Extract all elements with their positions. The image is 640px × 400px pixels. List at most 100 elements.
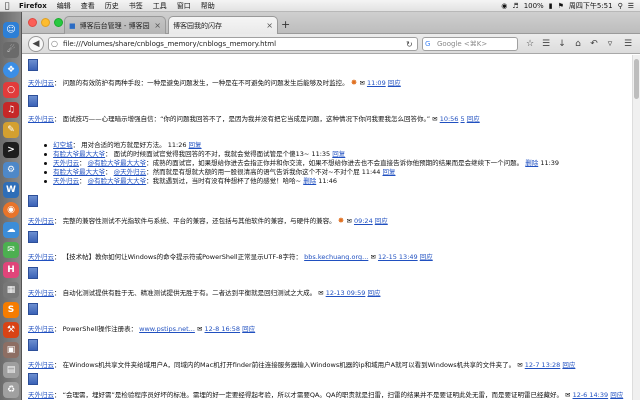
volume-icon[interactable]: ♬ bbox=[512, 2, 518, 10]
menu-history[interactable]: 历史 bbox=[100, 1, 124, 11]
finder-icon[interactable]: ☺ bbox=[3, 22, 19, 38]
sublime-icon[interactable]: S bbox=[3, 302, 19, 318]
reply-author[interactable]: 天外归云 bbox=[53, 177, 79, 185]
delete-link[interactable]: 删除 bbox=[525, 159, 538, 167]
memo-time[interactable]: 09:24 bbox=[354, 217, 373, 225]
reply-link[interactable]: 回应 bbox=[375, 217, 388, 225]
close-tab-icon[interactable]: × bbox=[266, 21, 273, 30]
zoom-window-button[interactable] bbox=[54, 18, 63, 27]
vm-icon[interactable]: ▦ bbox=[3, 282, 19, 298]
reply-link[interactable]: 回应 bbox=[420, 253, 433, 261]
menu-window[interactable]: 窗口 bbox=[172, 1, 196, 11]
avatar[interactable] bbox=[28, 59, 38, 71]
bookmark-star-icon[interactable]: ☆ bbox=[524, 37, 536, 51]
tab-my-memo[interactable]: 博客园我的闪存 × bbox=[168, 16, 278, 34]
menu-view[interactable]: 查看 bbox=[76, 1, 100, 11]
author-link[interactable]: 天外归云 bbox=[28, 115, 54, 123]
notes-icon[interactable]: ✎ bbox=[3, 122, 19, 138]
avatar[interactable] bbox=[28, 339, 38, 351]
memo-time[interactable]: 12-7 13:28 bbox=[525, 361, 561, 369]
author-link[interactable]: 天外归云 bbox=[28, 253, 54, 261]
reply-link[interactable]: 回应 bbox=[610, 391, 623, 399]
apple-icon[interactable]:  bbox=[0, 1, 14, 10]
vertical-scrollbar[interactable] bbox=[632, 55, 640, 400]
settings-icon[interactable]: ⚙ bbox=[3, 162, 19, 178]
terminal-icon[interactable]: > bbox=[3, 142, 19, 158]
delete-link[interactable]: 删除 bbox=[303, 177, 316, 185]
app-icon[interactable]: ☁ bbox=[3, 222, 19, 238]
firefox-icon[interactable]: ◉ bbox=[3, 202, 19, 218]
author-link[interactable]: 天外归云 bbox=[28, 217, 54, 225]
memo-time[interactable]: 12-15 13:49 bbox=[378, 253, 418, 261]
battery-percent[interactable]: 100% bbox=[524, 2, 544, 10]
flag-icon[interactable]: ⚑ bbox=[558, 2, 564, 10]
comment-icon: ✉ bbox=[517, 361, 523, 369]
comment-count[interactable]: 5 bbox=[461, 115, 465, 123]
photo-icon[interactable]: ▣ bbox=[3, 342, 19, 358]
tab-blog-admin[interactable]: ■ 博客后台管理 - 博客园 × bbox=[64, 16, 166, 34]
memo-time[interactable]: 12-13 09:59 bbox=[326, 289, 366, 297]
menu-firefox[interactable]: Firefox bbox=[14, 2, 52, 10]
author-link[interactable]: 天外归云 bbox=[28, 361, 54, 369]
avatar[interactable] bbox=[28, 373, 38, 385]
word-icon[interactable]: W bbox=[3, 182, 19, 198]
tool-icon[interactable]: ⚒ bbox=[3, 322, 19, 338]
menu-tools[interactable]: 工具 bbox=[148, 1, 172, 11]
menu-bookmarks[interactable]: 书签 bbox=[124, 1, 148, 11]
hbuilder-icon[interactable]: H bbox=[3, 262, 19, 278]
author-link[interactable]: 天外归云 bbox=[28, 289, 54, 297]
folder-icon[interactable]: ▤ bbox=[3, 362, 19, 378]
reading-list-icon[interactable]: ☰ bbox=[540, 37, 552, 51]
reply-link[interactable]: 回应 bbox=[367, 289, 380, 297]
avatar[interactable] bbox=[28, 303, 38, 315]
launchpad-icon[interactable]: ☄ bbox=[3, 42, 19, 58]
memo-time[interactable]: 10:56 bbox=[440, 115, 459, 123]
reply-link[interactable]: 回复 bbox=[383, 168, 396, 176]
minimize-window-button[interactable] bbox=[41, 18, 50, 27]
author-link[interactable]: 天外归云 bbox=[28, 325, 54, 333]
reply-link[interactable]: 回应 bbox=[562, 361, 575, 369]
music-icon[interactable]: ♫ bbox=[3, 102, 19, 118]
reply-mention[interactable]: @有脸大爷最大大爷 bbox=[88, 177, 147, 185]
download-icon[interactable]: ↓ bbox=[556, 37, 568, 51]
memo-time[interactable]: 12-8 16:58 bbox=[205, 325, 241, 333]
memo-line: 天外归云： 在Windows机共享文件夹给域用户A，同域内的Mac机打开find… bbox=[28, 361, 576, 369]
chat-icon[interactable]: ○ bbox=[3, 82, 19, 98]
reply-link[interactable]: 回应 bbox=[467, 115, 480, 123]
close-window-button[interactable] bbox=[28, 18, 37, 27]
memo-time[interactable]: 11:09 bbox=[367, 79, 386, 87]
safari-icon[interactable]: ❖ bbox=[3, 62, 19, 78]
search-bar[interactable]: Google <⌘K> bbox=[422, 37, 518, 51]
notification-icon[interactable]: ☰ bbox=[628, 2, 634, 10]
reload-icon[interactable]: ↻ bbox=[406, 37, 413, 51]
sync-icon[interactable]: ↶ bbox=[588, 37, 600, 51]
avatar[interactable] bbox=[28, 267, 38, 279]
wifi-icon[interactable]: ◉ bbox=[501, 2, 507, 10]
external-link[interactable]: www.pstips.net... bbox=[139, 325, 195, 333]
new-tab-button[interactable]: + bbox=[281, 18, 290, 31]
back-button[interactable]: ◀ bbox=[28, 36, 44, 52]
url-bar[interactable]: file:///Volumes/share/cnblogs_memory/cnb… bbox=[48, 37, 418, 51]
spotlight-icon[interactable]: ⚲ bbox=[618, 2, 623, 10]
author-link[interactable]: 天外归云 bbox=[28, 391, 54, 399]
menu-help[interactable]: 帮助 bbox=[196, 1, 220, 11]
avatar[interactable] bbox=[28, 195, 38, 207]
scroll-thumb[interactable] bbox=[634, 59, 639, 99]
avatar[interactable] bbox=[28, 95, 38, 107]
external-link[interactable]: bbs.kechuang.org... bbox=[304, 253, 368, 261]
reply-link[interactable]: 回应 bbox=[242, 325, 255, 333]
memo-time[interactable]: 12-6 14:39 bbox=[573, 391, 609, 399]
page-content: 天外归云： 问题的有效防护有两种手段：一种是避免问题发生，一种是在不可避免的问题… bbox=[22, 55, 632, 400]
author-link[interactable]: 天外归云 bbox=[28, 79, 54, 87]
tab-label: 博客园我的闪存 bbox=[173, 21, 222, 30]
menu-icon[interactable]: ☰ bbox=[622, 37, 634, 51]
close-tab-icon[interactable]: × bbox=[154, 21, 161, 30]
reply-link[interactable]: 回应 bbox=[388, 79, 401, 87]
menu-edit[interactable]: 编辑 bbox=[52, 1, 76, 11]
trash-icon[interactable]: ♻ bbox=[3, 382, 19, 398]
wechat-icon[interactable]: ✉ bbox=[3, 242, 19, 258]
avatar[interactable] bbox=[28, 231, 38, 243]
clock[interactable]: 周四下午5:51 bbox=[569, 1, 613, 11]
home-icon[interactable]: ⌂ bbox=[572, 37, 584, 51]
share-icon[interactable]: ▿ bbox=[604, 37, 616, 51]
